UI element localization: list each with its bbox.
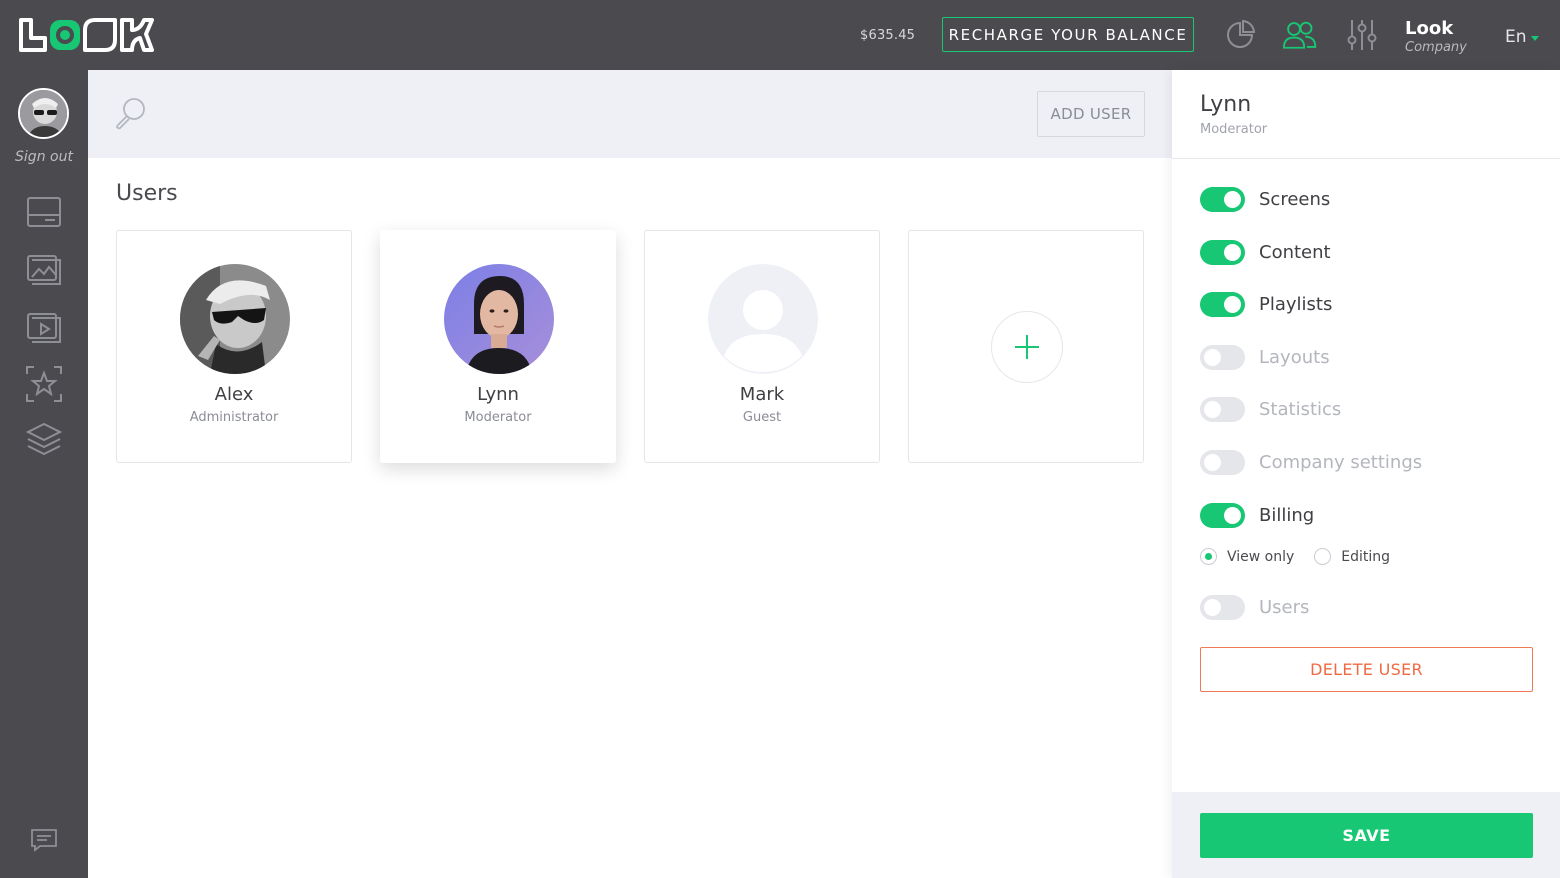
permission-label: Layouts (1259, 346, 1330, 368)
toggle-switch[interactable] (1200, 502, 1245, 528)
avatar[interactable] (18, 88, 69, 139)
radio-button[interactable] (1200, 548, 1217, 565)
users-icon[interactable] (1283, 18, 1317, 52)
top-bar: $635.45 RECHARGE YOUR BALANCE Look Compa… (0, 0, 1560, 70)
company-subtitle: Company (1405, 40, 1467, 55)
toggle-switch[interactable] (1200, 449, 1245, 475)
avatar-placeholder-icon (708, 264, 818, 374)
panel-footer: SAVE (1172, 792, 1560, 878)
permission-label: Users (1259, 596, 1310, 618)
plus-icon[interactable] (991, 311, 1063, 383)
layouts-icon[interactable] (26, 366, 62, 402)
layers-icon[interactable] (26, 422, 62, 458)
permission-label: Screens (1259, 188, 1331, 210)
permission-layouts[interactable]: Layouts (1200, 344, 1330, 370)
billing-access-options: View only Editing (1200, 548, 1410, 565)
radio-button[interactable] (1314, 548, 1332, 565)
panel-user-name: Lynn (1200, 92, 1252, 117)
toggle-switch[interactable] (1200, 594, 1245, 620)
playlists-icon[interactable] (26, 310, 62, 346)
user-card-alex[interactable]: Alex Administrator (116, 230, 352, 463)
permission-label: Content (1259, 241, 1331, 263)
content-icon[interactable] (26, 252, 62, 288)
user-permissions-panel: Lynn Moderator Screens Content Playlists… (1172, 70, 1560, 878)
toggle-switch[interactable] (1200, 344, 1245, 370)
user-role: Moderator (464, 410, 532, 425)
sliders-icon[interactable] (1345, 18, 1379, 52)
permission-playlists[interactable]: Playlists (1200, 291, 1332, 317)
user-role: Administrator (189, 410, 279, 425)
add-user-card[interactable] (908, 230, 1144, 463)
divider (1172, 158, 1560, 159)
user-role: Guest (742, 410, 782, 425)
chat-icon[interactable] (26, 822, 62, 858)
company-switcher[interactable]: Look Company (1405, 18, 1467, 55)
panel-user-role: Moderator (1200, 122, 1268, 137)
avatar (444, 264, 554, 374)
toggle-switch[interactable] (1200, 186, 1245, 212)
permission-content[interactable]: Content (1200, 239, 1331, 265)
user-name: Lynn (477, 384, 519, 405)
permission-statistics[interactable]: Statistics (1200, 396, 1341, 422)
permission-label: Playlists (1259, 293, 1333, 315)
language-selector[interactable]: En (1505, 27, 1539, 47)
user-card-lynn[interactable]: Lynn Moderator (380, 230, 616, 463)
search-bar: ADD USER (88, 70, 1172, 158)
avatar (180, 264, 290, 374)
balance-amount: $635.45 (860, 28, 916, 43)
sign-out-link[interactable]: Sign out (0, 149, 88, 165)
user-name: Alex (214, 384, 254, 405)
add-user-button[interactable]: ADD USER (1037, 91, 1145, 137)
chevron-down-icon (1530, 36, 1539, 41)
page-title: Users (116, 181, 178, 206)
toggle-switch[interactable] (1200, 291, 1245, 317)
sidebar: Sign out (0, 70, 88, 878)
radio-view-only[interactable]: View only (1200, 548, 1294, 565)
user-card-mark[interactable]: Mark Guest (644, 230, 880, 463)
recharge-balance-button[interactable]: RECHARGE YOUR BALANCE (942, 17, 1194, 52)
toggle-switch[interactable] (1200, 396, 1245, 422)
permission-screens[interactable]: Screens (1200, 186, 1330, 212)
logo[interactable] (18, 16, 154, 54)
pie-chart-icon[interactable] (1223, 18, 1257, 52)
radio-editing[interactable]: Editing (1314, 548, 1390, 565)
permission-label: Statistics (1259, 398, 1342, 420)
delete-user-button[interactable]: DELETE USER (1200, 647, 1533, 692)
screens-icon[interactable] (26, 194, 62, 230)
user-name: Mark (739, 384, 785, 405)
radio-label: Editing (1341, 548, 1391, 565)
permission-label: Billing (1259, 504, 1315, 526)
permission-label: Company settings (1259, 451, 1423, 473)
language-label: En (1505, 27, 1527, 47)
permission-company-settings[interactable]: Company settings (1200, 449, 1422, 475)
radio-label: View only (1227, 548, 1295, 565)
permission-billing[interactable]: Billing (1200, 502, 1314, 528)
company-name: Look (1405, 18, 1454, 39)
save-button[interactable]: SAVE (1200, 813, 1533, 858)
search-icon[interactable] (114, 96, 148, 130)
permission-users[interactable]: Users (1200, 594, 1309, 620)
toggle-switch[interactable] (1200, 239, 1245, 265)
